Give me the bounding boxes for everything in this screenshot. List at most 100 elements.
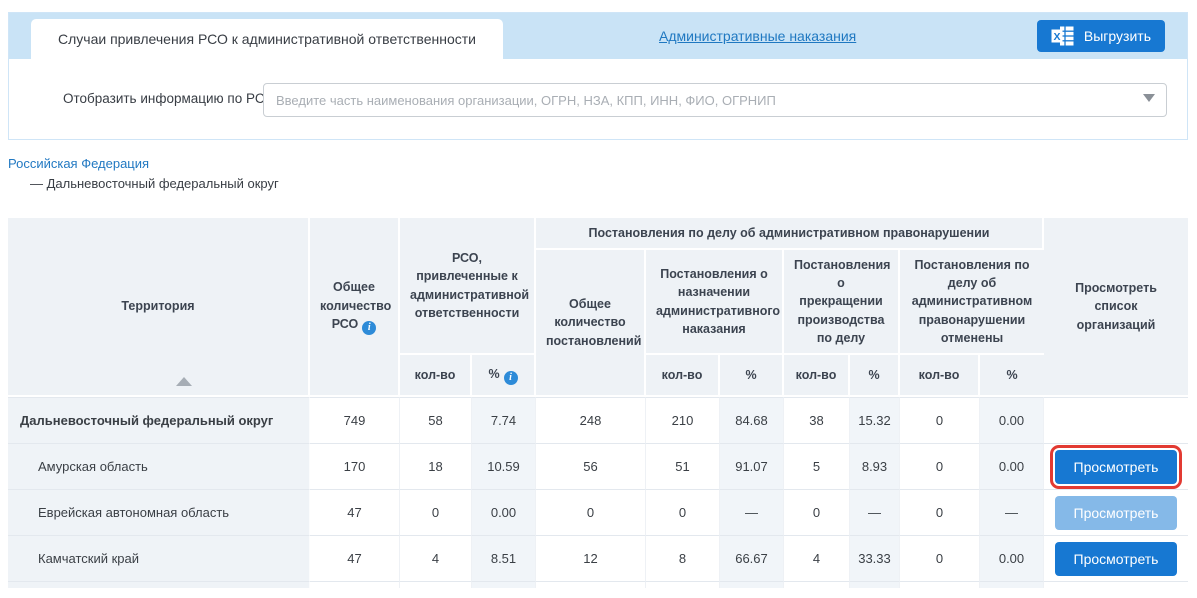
subheader-count: кол-во (784, 355, 850, 397)
table-row-amur: Амурская область 170 18 10.59 56 51 91.0… (8, 443, 1188, 489)
table-cell: 56 (536, 443, 646, 489)
sort-asc-icon[interactable] (176, 377, 192, 386)
table-cell: 170 (310, 443, 400, 489)
rso-search-input[interactable] (263, 83, 1167, 117)
table-cell (784, 581, 850, 588)
table-cell: — (850, 489, 900, 535)
col-header-decrees-cancelled: Постановления по делу об административно… (900, 250, 1044, 355)
table-cell (472, 581, 536, 588)
table-cell: 12 (536, 535, 646, 581)
table-row-partial (8, 581, 1188, 588)
table-cell: 7.74 (472, 397, 536, 443)
table-cell: 91.07 (720, 443, 784, 489)
table-cell: 38 (784, 397, 850, 443)
table-cell: 10.59 (472, 443, 536, 489)
table-row-jewish-autonomous: Еврейская автономная область 47 0 0.00 0… (8, 489, 1188, 535)
tab-rso-liability-cases[interactable]: Случаи привлечения РСО к административно… (31, 19, 503, 59)
table-cell: 0.00 (980, 443, 1044, 489)
table-cell (646, 581, 720, 588)
subheader-percent: % (720, 355, 784, 397)
territory-cell (8, 581, 310, 588)
table-cell: 0 (784, 489, 850, 535)
table-cell: 0.00 (472, 489, 536, 535)
col-header-decrees-terminated: Постановления о прекращении производства… (784, 250, 900, 355)
subheader-percent-label: % (488, 367, 499, 381)
table-cell: — (720, 489, 784, 535)
export-button[interactable]: X Выгрузить (1037, 20, 1165, 52)
territory-cell: Дальневосточный федеральный округ (8, 397, 310, 443)
table-cell: 210 (646, 397, 720, 443)
table-cell: 66.67 (720, 535, 784, 581)
table-cell: 0 (400, 489, 472, 535)
svg-text:X: X (1053, 31, 1060, 43)
subheader-percent: % (472, 355, 536, 397)
table-cell: 47 (310, 489, 400, 535)
table-cell: 0 (900, 535, 980, 581)
table-cell: 248 (536, 397, 646, 443)
dropdown-arrow-icon[interactable] (1143, 94, 1155, 102)
table-cell: 51 (646, 443, 720, 489)
table-cell-empty (1044, 397, 1188, 443)
tab-administrative-penalties[interactable]: Административные наказания (659, 13, 856, 59)
table-cell: 0.00 (980, 535, 1044, 581)
col-header-decrees-group: Постановления по делу об административно… (536, 218, 1044, 250)
table-row-federal-district: Дальневосточный федеральный округ 749 58… (8, 397, 1188, 443)
territory-cell: Амурская область (8, 443, 310, 489)
col-header-territory: Территория (8, 218, 310, 397)
table-cell: 4 (784, 535, 850, 581)
table-cell: 749 (310, 397, 400, 443)
table-cell: 33.33 (850, 535, 900, 581)
col-header-total-decrees: Общее количество постановлений (536, 250, 646, 397)
table-cell: 0 (646, 489, 720, 535)
table-cell (720, 581, 784, 588)
view-button-disabled: Просмотреть (1055, 496, 1178, 530)
table-row-kamchatka: Камчатский край 47 4 8.51 12 8 66.67 4 3… (8, 535, 1188, 581)
territory-cell: Еврейская автономная область (8, 489, 310, 535)
filter-label: Отобразить информацию по РСО (63, 91, 275, 106)
table-cell: 58 (400, 397, 472, 443)
tab-strip: Случаи привлечения РСО к административно… (9, 13, 1187, 59)
table-cell (1044, 581, 1188, 588)
table-cell: 84.68 (720, 397, 784, 443)
col-header-total-rso-label: Общее количество РСО (320, 280, 391, 330)
subheader-count: кол-во (646, 355, 720, 397)
table-cell: 0 (536, 489, 646, 535)
table-cell: 4 (400, 535, 472, 581)
filter-row: Отобразить информацию по РСО (9, 59, 1187, 139)
table-cell: 0 (900, 489, 980, 535)
col-header-view-list: Просмотреть список организаций (1044, 218, 1188, 397)
subheader-percent: % (850, 355, 900, 397)
breadcrumb-current-district: — Дальневосточный федеральный округ (30, 176, 279, 191)
view-button[interactable]: Просмотреть (1055, 542, 1178, 576)
view-button-cell: Просмотреть (1044, 535, 1188, 581)
table-cell: 8 (646, 535, 720, 581)
table-cell (900, 581, 980, 588)
tab-administrative-penalties-label[interactable]: Административные наказания (659, 28, 856, 44)
subheader-percent: % (980, 355, 1044, 397)
table-cell: 18 (400, 443, 472, 489)
info-icon[interactable] (362, 321, 376, 335)
subheader-count: кол-во (400, 355, 472, 397)
table-cell: 47 (310, 535, 400, 581)
view-button-cell: Просмотреть (1044, 489, 1188, 535)
table-cell: 0 (900, 397, 980, 443)
excel-icon: X (1051, 26, 1075, 46)
breadcrumb: Российская Федерация — Дальневосточный ф… (8, 156, 279, 191)
table-cell: 8.51 (472, 535, 536, 581)
view-button-highlighted[interactable]: Просмотреть (1055, 450, 1178, 484)
table-cell (400, 581, 472, 588)
rso-combobox (263, 83, 1167, 117)
col-header-territory-label: Территория (121, 299, 194, 313)
table-cell: 15.32 (850, 397, 900, 443)
territory-cell: Камчатский край (8, 535, 310, 581)
table-cell: 0 (900, 443, 980, 489)
table-cell (536, 581, 646, 588)
liability-table: Территория Общее количество РСО РСО, при… (8, 218, 1188, 588)
table-cell: 0.00 (980, 397, 1044, 443)
breadcrumb-link-russia[interactable]: Российская Федерация (8, 156, 149, 171)
table-cell: 5 (784, 443, 850, 489)
table-cell (850, 581, 900, 588)
table-cell (310, 581, 400, 588)
info-icon[interactable] (504, 371, 518, 385)
subheader-count: кол-во (900, 355, 980, 397)
